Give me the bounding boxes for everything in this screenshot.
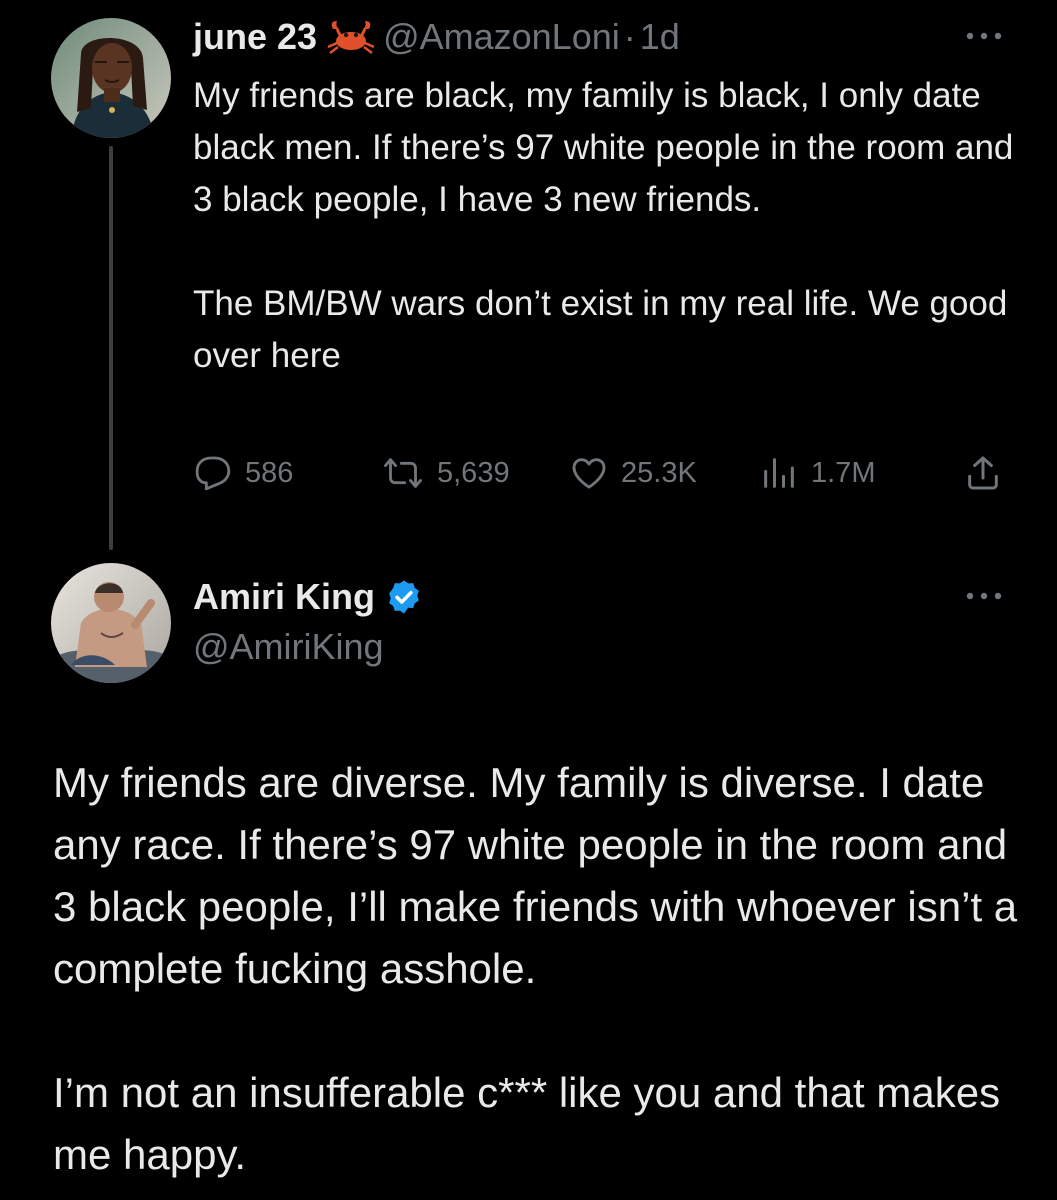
- tweet-2-header: Amiri King: [193, 574, 423, 620]
- like-button[interactable]: 25.3K: [569, 448, 697, 498]
- reply-button[interactable]: 586: [193, 448, 293, 498]
- reply-icon: [195, 456, 231, 491]
- avatar-image: [51, 563, 171, 683]
- tweet-2-handle[interactable]: @AmiriKing: [193, 626, 384, 668]
- tweet-1-paragraph: My friends are black, my family is black…: [193, 76, 1014, 219]
- crab-icon: [325, 19, 377, 55]
- tweet-1-action-bar: 586 5,639 25.3K 1.7M: [193, 448, 1013, 498]
- share-icon: [968, 456, 998, 490]
- tweet-2-display-name[interactable]: Amiri King: [193, 576, 375, 618]
- tweet-1-display-name[interactable]: june 23: [193, 16, 317, 58]
- avatar-amazonloni[interactable]: [51, 18, 171, 138]
- like-count: 25.3K: [621, 456, 697, 489]
- avatar-image: [51, 18, 171, 138]
- retweet-icon: [384, 458, 422, 488]
- avatar-amiriking[interactable]: [51, 563, 171, 683]
- views-chart-icon: [764, 458, 794, 488]
- tweet-1-handle[interactable]: @AmazonLoni: [383, 16, 620, 58]
- reply-count: 586: [245, 456, 294, 489]
- tweet-2-paragraph: I’m not an insufferable c*** like you an…: [53, 1069, 1001, 1178]
- retweet-button[interactable]: 5,639: [381, 448, 510, 498]
- verified-badge-icon[interactable]: [385, 578, 423, 616]
- heart-icon: [572, 458, 606, 489]
- tweet-1-header: june 23 @AmazonLoni · 1d: [193, 14, 680, 60]
- views-button[interactable]: 1.7M: [759, 448, 875, 498]
- tweet-1-paragraph: The BM/BW wars don’t exist in my real li…: [193, 284, 1008, 375]
- tweet-1-text: My friends are black, my family is black…: [193, 70, 1033, 382]
- share-button[interactable]: [963, 448, 1015, 498]
- tweet-1-separator: ·: [623, 16, 636, 57]
- more-options-icon[interactable]: [962, 26, 1006, 46]
- tweet-2-text: My friends are diverse. My family is div…: [53, 752, 1033, 1186]
- views-count: 1.7M: [811, 456, 876, 489]
- retweet-count: 5,639: [437, 456, 510, 489]
- tweet-2-paragraph: My friends are diverse. My family is div…: [53, 759, 1018, 992]
- more-options-icon[interactable]: [962, 586, 1006, 606]
- tweet-1-time[interactable]: 1d: [640, 16, 680, 58]
- thread-connector-line: [109, 146, 113, 550]
